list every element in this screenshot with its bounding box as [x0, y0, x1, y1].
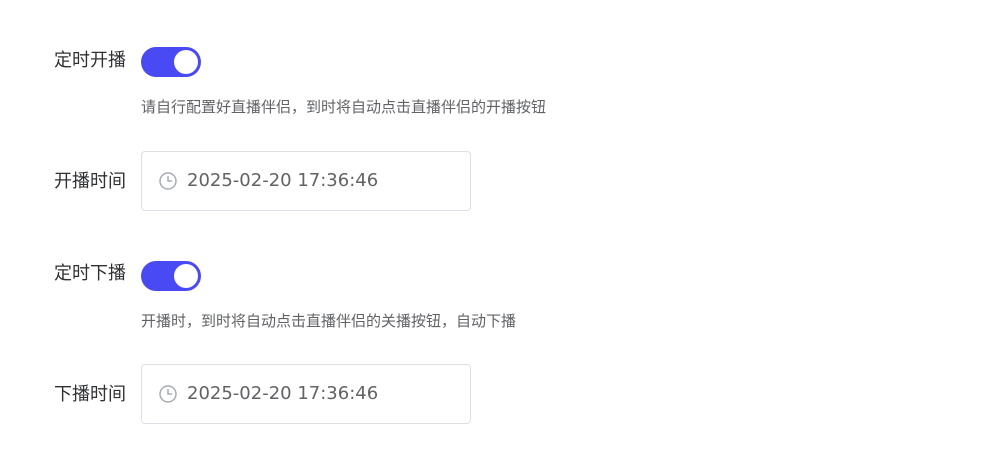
switch-knob [174, 50, 198, 74]
schedule-stop-label: 定时下播 [54, 263, 126, 284]
live-schedule-form: 定时开播 请自行配置好直播伴侣，到时将自动点击直播伴侣的开播按钮 开播时间 20… [0, 0, 998, 462]
stop-time-label: 下播时间 [54, 384, 126, 405]
switch-knob [174, 264, 198, 288]
start-time-picker[interactable]: 2025-02-20 17:36:46 [141, 151, 471, 211]
schedule-start-label: 定时开播 [54, 50, 126, 71]
schedule-stop-hint: 开播时，到时将自动点击直播伴侣的关播按钮，自动下播 [141, 312, 517, 330]
clock-icon [159, 172, 177, 190]
start-time-value: 2025-02-20 17:36:46 [187, 170, 379, 191]
stop-time-picker[interactable]: 2025-02-20 17:36:46 [141, 364, 471, 424]
schedule-stop-switch[interactable] [141, 261, 201, 291]
schedule-start-hint: 请自行配置好直播伴侣，到时将自动点击直播伴侣的开播按钮 [141, 98, 547, 116]
schedule-start-switch[interactable] [141, 47, 201, 77]
clock-icon [159, 385, 177, 403]
stop-time-value: 2025-02-20 17:36:46 [187, 383, 379, 404]
start-time-label: 开播时间 [54, 171, 126, 192]
